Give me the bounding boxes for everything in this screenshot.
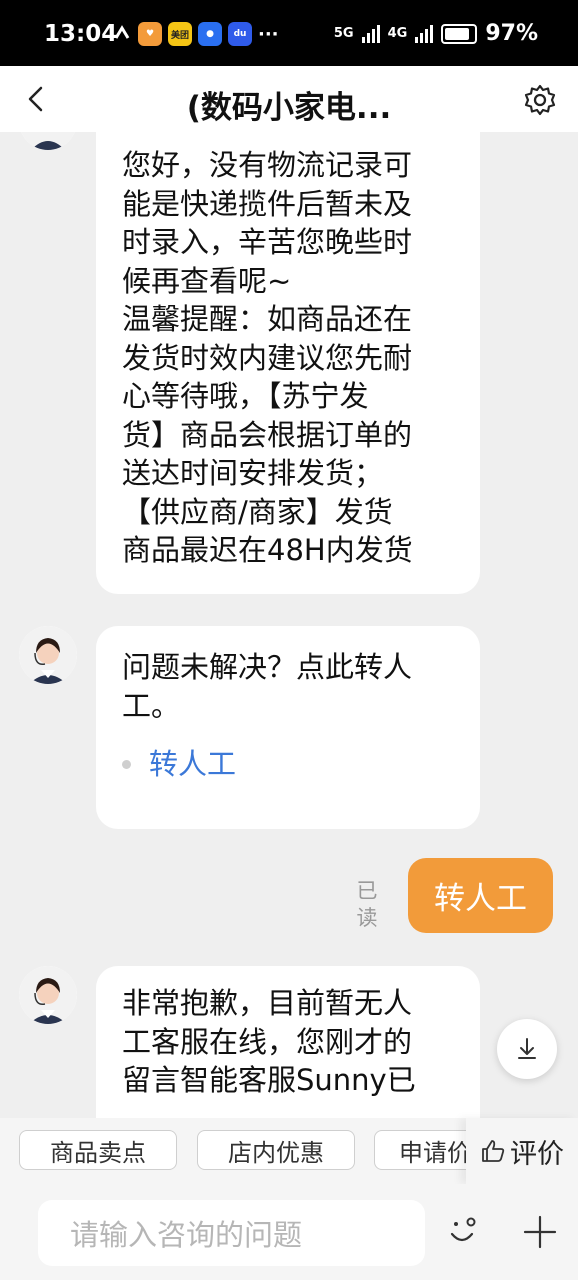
signal-4g-icon: 4G: [387, 25, 408, 41]
status-bar: 13:04 ♥ 美团 ● du ··· 5G 4G 97%: [0, 0, 578, 66]
signal-bars-icon: [361, 24, 380, 43]
battery-icon: [441, 23, 478, 44]
more-notifications: ···: [258, 23, 279, 45]
scroll-to-bottom-button[interactable]: [497, 1019, 557, 1079]
agent-avatar-icon: [21, 132, 75, 150]
bullet-icon: [122, 759, 131, 769]
baidu-icon: du: [228, 22, 252, 46]
agent-message-bubble: 您好，没有物流记录可 能是快递揽件后暂未及 时录入，辛苦您晚些时 候再查看呢~ …: [96, 132, 480, 594]
signal-bars-icon: [415, 24, 434, 43]
agent-avatar-icon: [19, 966, 77, 1024]
page-title: (数码小家电...: [186, 90, 392, 126]
status-right: 5G 4G 97%: [334, 21, 538, 46]
agent-message-text: 您好，没有物流记录可 能是快递揽件后暂未及 时录入，辛苦您晚些时 候再查看呢~ …: [122, 148, 413, 567]
transfer-link-row[interactable]: 转人工: [122, 745, 454, 784]
read-status-text: 已 读: [356, 879, 378, 930]
quick-action-chip[interactable]: 商品卖点: [19, 1130, 177, 1170]
agent-message-bubble: 问题未解决？点此转人 工。 转人工: [96, 626, 480, 829]
agent-message-bubble: 非常抱歉，目前暂无人 工客服在线，您刚才的 留言智能客服Sunny已: [96, 966, 480, 1118]
meituan-icon: 美团: [168, 22, 192, 46]
agent-avatar: [19, 966, 77, 1024]
agent-avatar: [19, 132, 77, 150]
transfer-to-human-link[interactable]: 转人工: [149, 745, 236, 784]
battery-level: 97%: [485, 21, 538, 46]
rate-button[interactable]: 评价: [466, 1118, 578, 1184]
app-icon-blue: ●: [198, 22, 222, 46]
quick-action-chip[interactable]: 店内优惠: [197, 1130, 355, 1170]
user-message-bubble: 转人工: [408, 858, 553, 933]
rate-label: 评价: [510, 1138, 564, 1170]
user-message-text: 转人工: [434, 881, 527, 917]
gear-icon[interactable]: [522, 82, 558, 118]
agent-message-text: 非常抱歉，目前暂无人 工客服在线，您刚才的 留言智能客服Sunny已: [122, 986, 416, 1097]
thumbs-up-icon: [482, 1140, 505, 1162]
nav-bar: (数码小家电...: [0, 66, 578, 132]
chat-area[interactable]: 您好，没有物流记录可 能是快递揽件后暂未及 时录入，辛苦您晚些时 候再查看呢~ …: [0, 132, 578, 1118]
agent-message-text: 问题未解决？点此转人 工。: [122, 650, 413, 723]
emoji-icon[interactable]: [444, 1212, 480, 1248]
message-input[interactable]: 请输入咨询的问题: [38, 1200, 425, 1266]
read-status: 已 读: [352, 878, 382, 932]
app-icon: ♥: [138, 22, 162, 46]
notification-icon: [114, 25, 130, 39]
plus-icon[interactable]: [520, 1212, 560, 1252]
status-time: 13:04: [44, 21, 118, 47]
notification-icons: ♥ 美团 ● du ···: [112, 22, 279, 46]
input-area: 请输入咨询的问题: [0, 1184, 578, 1280]
agent-avatar: [19, 626, 77, 684]
signal-5g-icon: 5G: [333, 25, 354, 41]
quick-actions-bar: 商品卖点 店内优惠 申请价保 评价: [0, 1118, 578, 1184]
arrow-down-icon: [518, 1038, 536, 1059]
agent-avatar-icon: [19, 626, 77, 684]
